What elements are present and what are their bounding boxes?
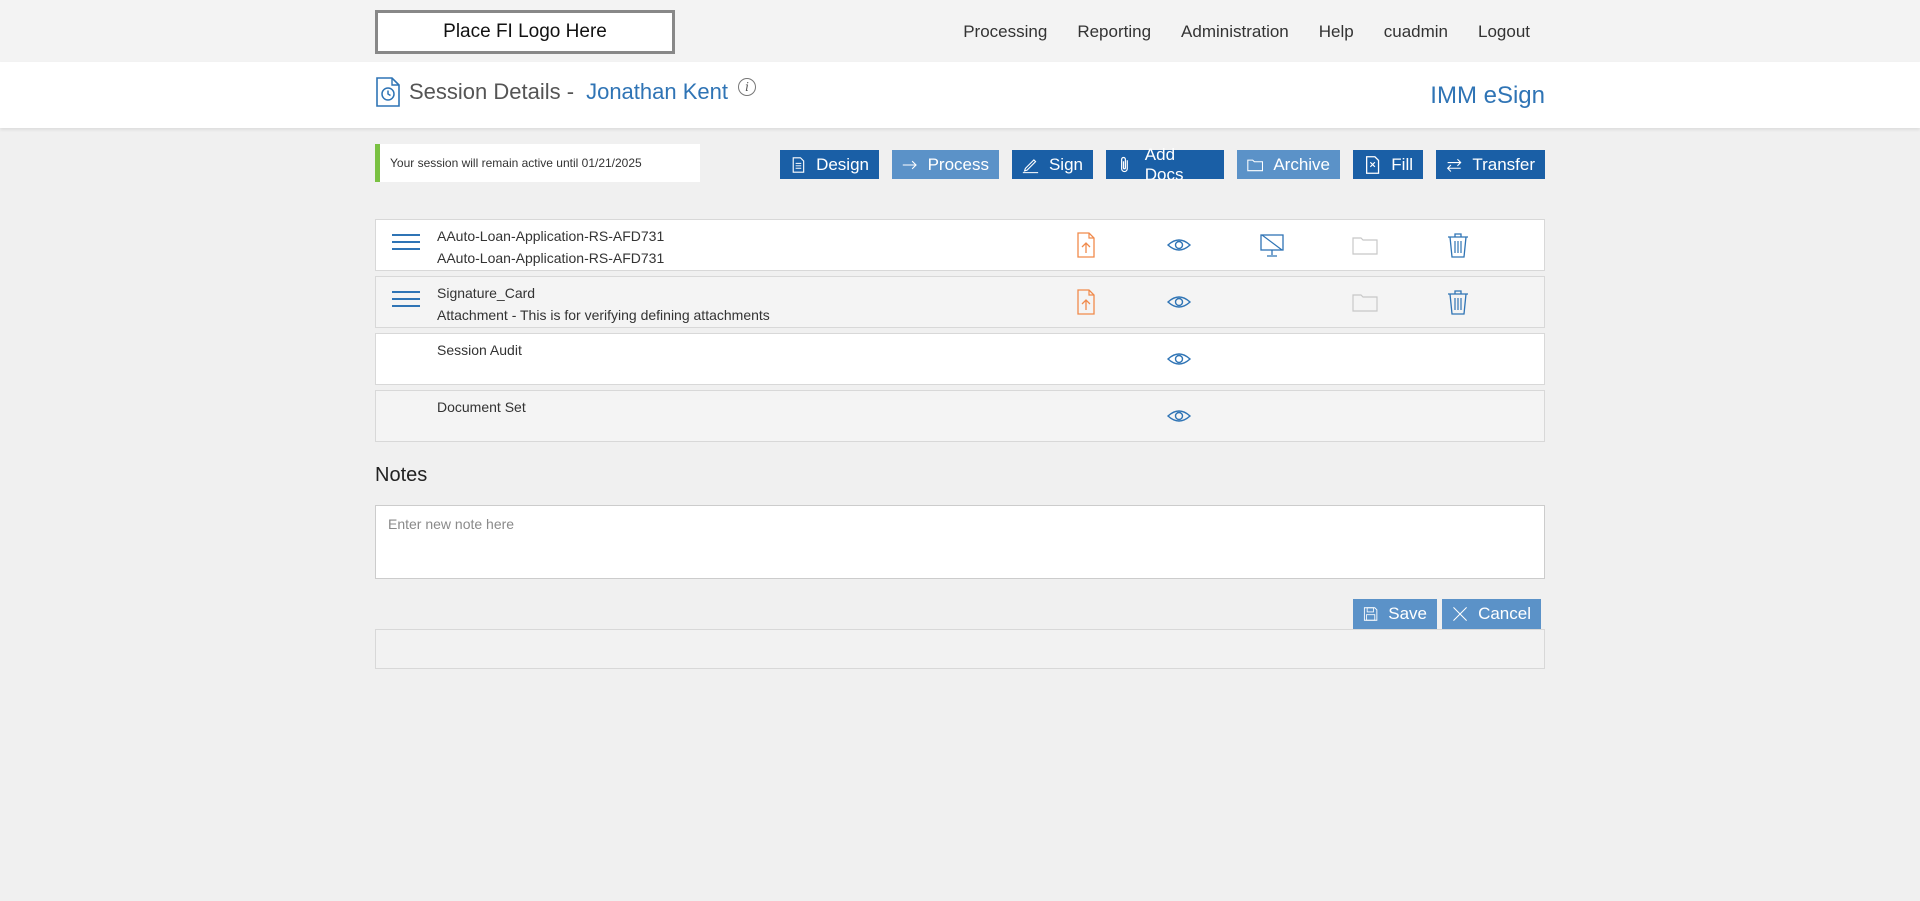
save-disk-icon xyxy=(1363,607,1378,621)
view-eye-icon[interactable] xyxy=(1165,287,1193,317)
cancel-note-button[interactable]: Cancel xyxy=(1442,599,1541,629)
design-document-icon xyxy=(792,156,805,173)
sign-button[interactable]: Sign xyxy=(1012,150,1093,179)
document-description: Attachment - This is for verifying defin… xyxy=(437,307,770,323)
new-note-input[interactable] xyxy=(388,516,1532,568)
arrow-right-icon xyxy=(902,160,917,169)
pen-signature-icon xyxy=(1022,158,1039,173)
nav-user-account[interactable]: cuadmin xyxy=(1384,22,1448,42)
document-name: AAuto-Loan-Application-RS-AFD731 xyxy=(437,228,665,244)
drag-handle-icon[interactable] xyxy=(392,291,420,311)
view-eye-icon[interactable] xyxy=(1165,401,1193,431)
nav-logout[interactable]: Logout xyxy=(1478,22,1530,42)
transfer-button[interactable]: Transfer xyxy=(1436,150,1545,179)
notes-input-container xyxy=(375,505,1545,579)
folder-icon[interactable] xyxy=(1351,287,1379,317)
view-eye-icon[interactable] xyxy=(1165,230,1193,260)
folder-icon xyxy=(1247,159,1264,171)
design-button[interactable]: Design xyxy=(780,150,879,179)
document-description: AAuto-Loan-Application-RS-AFD731 xyxy=(437,250,665,266)
nav-processing[interactable]: Processing xyxy=(963,22,1047,42)
add-docs-button-label: Add Docs xyxy=(1144,144,1184,184)
process-button[interactable]: Process xyxy=(892,150,999,179)
trash-icon[interactable] xyxy=(1444,230,1472,260)
document-row: Signature_Card Attachment - This is for … xyxy=(375,276,1545,328)
save-note-button[interactable]: Save xyxy=(1353,599,1437,629)
archive-button[interactable]: Archive xyxy=(1237,150,1340,179)
folder-icon[interactable] xyxy=(1351,230,1379,260)
session-history-icon xyxy=(376,77,400,107)
close-icon xyxy=(1453,607,1467,621)
upload-pdf-icon[interactable] xyxy=(1072,230,1100,260)
document-name: Session Audit xyxy=(437,342,522,358)
fill-button[interactable]: Fill xyxy=(1353,150,1423,179)
fi-logo-placeholder[interactable]: Place FI Logo Here xyxy=(375,10,675,54)
page-title-prefix: Session Details - xyxy=(409,79,575,104)
trash-icon[interactable] xyxy=(1444,287,1472,317)
app-name: IMM eSign xyxy=(1430,82,1545,109)
document-row: Document Set xyxy=(375,390,1545,442)
drag-handle-icon[interactable] xyxy=(392,234,420,254)
document-name: Signature_Card xyxy=(437,285,536,301)
design-button-label: Design xyxy=(816,154,869,174)
document-row: AAuto-Loan-Application-RS-AFD731 AAuto-L… xyxy=(375,219,1545,271)
nav-reporting[interactable]: Reporting xyxy=(1077,22,1151,42)
session-expiry-notice: Your session will remain active until 01… xyxy=(375,144,700,182)
document-name: Document Set xyxy=(437,399,526,415)
main-nav: Processing Reporting Administration Help… xyxy=(933,22,1530,42)
page-header: Session Details - Jonathan Kent i IMM eS… xyxy=(0,62,1920,128)
sign-button-label: Sign xyxy=(1048,154,1083,174)
cancel-button-label: Cancel xyxy=(1478,604,1531,623)
fill-button-label: Fill xyxy=(1391,154,1413,174)
document-row: Session Audit xyxy=(375,333,1545,385)
view-eye-icon[interactable] xyxy=(1165,344,1193,374)
top-navigation-bar: Place FI Logo Here Processing Reporting … xyxy=(0,0,1920,62)
nav-administration[interactable]: Administration xyxy=(1181,22,1289,42)
archive-button-label: Archive xyxy=(1273,154,1330,174)
info-icon[interactable]: i xyxy=(737,78,756,96)
process-button-label: Process xyxy=(927,154,989,174)
nav-help[interactable]: Help xyxy=(1319,22,1354,42)
fill-form-icon xyxy=(1366,155,1380,174)
transfer-arrows-icon xyxy=(1446,158,1462,172)
no-screen-icon[interactable] xyxy=(1258,230,1286,260)
customer-name[interactable]: Jonathan Kent xyxy=(586,79,728,105)
notes-heading: Notes xyxy=(375,464,428,486)
transfer-button-label: Transfer xyxy=(1472,154,1535,174)
page-title: Session Details - Jonathan Kent i xyxy=(375,76,756,108)
add-docs-button[interactable]: Add Docs xyxy=(1106,145,1224,184)
upload-pdf-icon[interactable] xyxy=(1072,287,1100,317)
notes-history-panel xyxy=(375,629,1545,669)
save-button-label: Save xyxy=(1388,604,1427,623)
paperclip-icon xyxy=(1121,156,1128,172)
